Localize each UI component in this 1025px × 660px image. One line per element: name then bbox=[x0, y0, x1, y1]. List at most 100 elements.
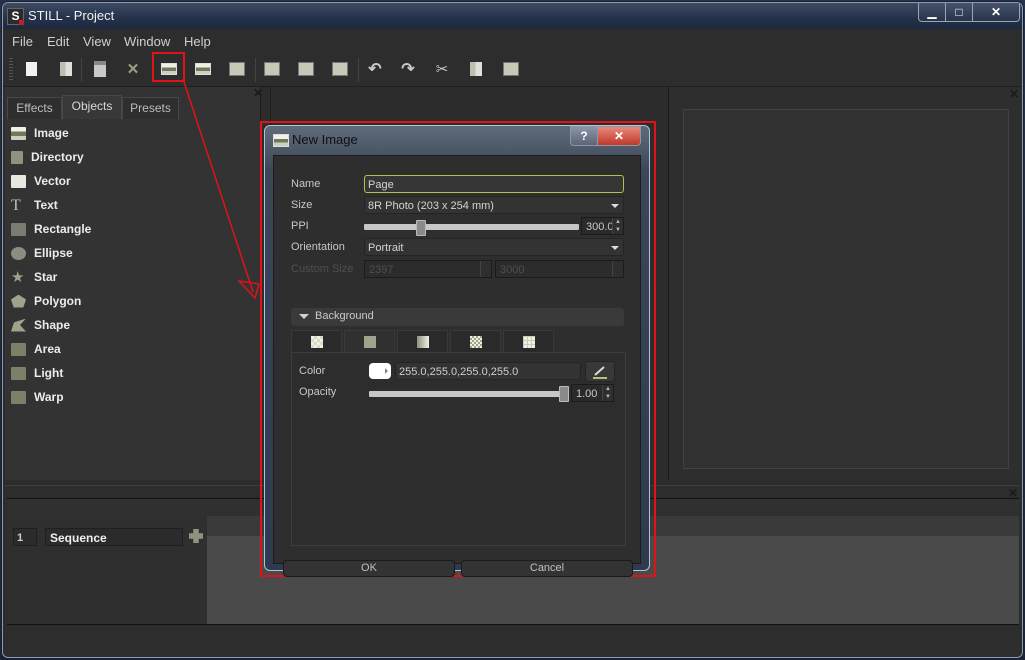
object-label: Light bbox=[34, 366, 64, 380]
cancel-button[interactable]: Cancel bbox=[461, 560, 633, 577]
eyedropper-button[interactable] bbox=[585, 361, 615, 382]
object-item-text[interactable]: T Text bbox=[5, 193, 260, 217]
cut-button[interactable]: ✂ bbox=[431, 58, 453, 80]
export-pdf-button[interactable] bbox=[295, 58, 317, 80]
ppi-slider[interactable] bbox=[364, 224, 579, 230]
ppi-spinbox[interactable]: 300.0 ▲ ▼ bbox=[581, 217, 624, 235]
paste-icon bbox=[503, 62, 519, 76]
bg-tab-grid[interactable] bbox=[503, 330, 554, 352]
copy-icon bbox=[470, 62, 482, 76]
object-item-shape[interactable]: Shape bbox=[5, 313, 260, 337]
redo-icon: ↷ bbox=[401, 61, 415, 78]
menu-help[interactable]: Help bbox=[184, 34, 211, 49]
sequence-list: 1 Sequence bbox=[7, 516, 207, 624]
object-label: Star bbox=[34, 270, 58, 284]
copy-button[interactable] bbox=[465, 58, 487, 80]
object-item-rectangle[interactable]: Rectangle bbox=[5, 217, 260, 241]
menu-view[interactable]: View bbox=[83, 34, 111, 49]
name-input[interactable]: Page bbox=[364, 175, 624, 193]
annotation-highlight-box bbox=[152, 52, 185, 82]
orientation-select[interactable]: Portrait bbox=[364, 238, 624, 256]
maximize-button[interactable]: □ bbox=[945, 3, 973, 22]
object-item-area[interactable]: Area bbox=[5, 337, 260, 361]
light-icon bbox=[11, 366, 26, 380]
object-label: Ellipse bbox=[34, 246, 73, 260]
import-image-button[interactable] bbox=[192, 58, 214, 80]
object-label: Shape bbox=[34, 318, 71, 332]
menu-file[interactable]: File bbox=[12, 34, 33, 49]
bg-tab-none[interactable] bbox=[291, 330, 342, 352]
color-value-input[interactable]: 255.0,255.0,255.0,255.0 bbox=[395, 362, 581, 380]
object-item-star[interactable]: ★ Star bbox=[5, 265, 260, 289]
dialog-close-button[interactable]: ✕ bbox=[597, 126, 641, 146]
background-section-header[interactable]: Background bbox=[291, 308, 624, 326]
tab-objects[interactable]: Objects bbox=[62, 95, 122, 119]
color-swatch-button[interactable] bbox=[369, 363, 391, 379]
opacity-slider-thumb[interactable] bbox=[559, 386, 569, 402]
custom-width-value: 2397 bbox=[369, 264, 394, 276]
opacity-slider[interactable] bbox=[369, 391, 567, 397]
object-item-ellipse[interactable]: Ellipse bbox=[5, 241, 260, 265]
export-pdf-icon bbox=[298, 62, 314, 76]
menu-edit[interactable]: Edit bbox=[47, 34, 69, 49]
tab-presets[interactable]: Presets bbox=[122, 97, 179, 119]
object-item-polygon[interactable]: Polygon bbox=[5, 289, 260, 313]
object-label: Polygon bbox=[34, 294, 82, 308]
puzzle-icon[interactable] bbox=[189, 529, 203, 543]
new-image-icon bbox=[273, 134, 289, 147]
spin-arrows-icon[interactable]: ▲ ▼ bbox=[612, 218, 623, 234]
layers-button[interactable] bbox=[261, 58, 283, 80]
object-item-warp[interactable]: Warp bbox=[5, 385, 260, 409]
menu-window[interactable]: Window bbox=[124, 34, 170, 49]
open-documents-button[interactable] bbox=[55, 58, 77, 80]
import-folder-button[interactable] bbox=[226, 58, 248, 80]
bg-tab-checker[interactable] bbox=[450, 330, 501, 352]
bg-tab-gradient[interactable] bbox=[397, 330, 448, 352]
panel-close-icon[interactable]: ✕ bbox=[253, 86, 263, 100]
svg-vector-icon bbox=[11, 174, 26, 188]
custom-height-value: 3000 bbox=[500, 264, 525, 276]
dialog-title: New Image bbox=[292, 132, 358, 147]
polygon-icon bbox=[11, 294, 26, 308]
ok-button[interactable]: OK bbox=[283, 560, 455, 577]
directory-icon bbox=[11, 150, 23, 164]
toolbar-grip[interactable] bbox=[9, 58, 13, 80]
bg-tab-solid-color[interactable] bbox=[344, 330, 395, 352]
save-button[interactable] bbox=[89, 58, 111, 80]
grid-swatch-icon bbox=[522, 335, 535, 348]
object-item-image[interactable]: Image bbox=[5, 121, 260, 145]
preview-canvas[interactable] bbox=[683, 109, 1009, 469]
close-window-button[interactable]: ✕ bbox=[972, 3, 1020, 22]
object-label: Rectangle bbox=[34, 222, 92, 236]
minimize-button[interactable]: ▁ bbox=[918, 3, 946, 22]
color-label: Color bbox=[299, 365, 326, 377]
paste-button[interactable] bbox=[500, 58, 522, 80]
spin-arrows-icon[interactable]: ▲ ▼ bbox=[602, 385, 613, 401]
area-icon bbox=[11, 342, 26, 356]
undo-button[interactable]: ↶ bbox=[364, 58, 386, 80]
print-button[interactable] bbox=[329, 58, 351, 80]
object-item-vector[interactable]: Vector bbox=[5, 169, 260, 193]
size-select[interactable]: 8R Photo (203 x 254 mm) bbox=[364, 196, 624, 214]
help-button[interactable]: ? bbox=[570, 126, 598, 146]
close-button[interactable]: ✕ bbox=[122, 58, 144, 80]
custom-width-spinbox: 2397 bbox=[364, 260, 492, 278]
tab-effects[interactable]: Effects bbox=[7, 97, 62, 119]
collapse-arrow-icon bbox=[299, 314, 309, 319]
eyedropper-icon bbox=[593, 365, 607, 379]
object-item-light[interactable]: Light bbox=[5, 361, 260, 385]
solid-color-swatch-icon bbox=[363, 335, 376, 348]
object-item-directory[interactable]: Directory bbox=[5, 145, 260, 169]
object-label: Directory bbox=[31, 150, 84, 164]
sequence-name-field[interactable]: Sequence bbox=[45, 528, 183, 546]
name-label: Name bbox=[291, 178, 321, 190]
ppi-slider-thumb[interactable] bbox=[415, 220, 426, 236]
window-title: STILL - Project bbox=[28, 8, 115, 23]
new-document-button[interactable] bbox=[20, 58, 42, 80]
redo-button[interactable]: ↷ bbox=[397, 58, 419, 80]
object-label: Image bbox=[34, 126, 69, 140]
opacity-spinbox[interactable]: 1.00 ▲ ▼ bbox=[571, 384, 614, 402]
image-icon bbox=[11, 126, 26, 140]
custom-height-spinbox: 3000 bbox=[495, 260, 624, 278]
panel-close-icon[interactable]: ✕ bbox=[1009, 87, 1019, 101]
